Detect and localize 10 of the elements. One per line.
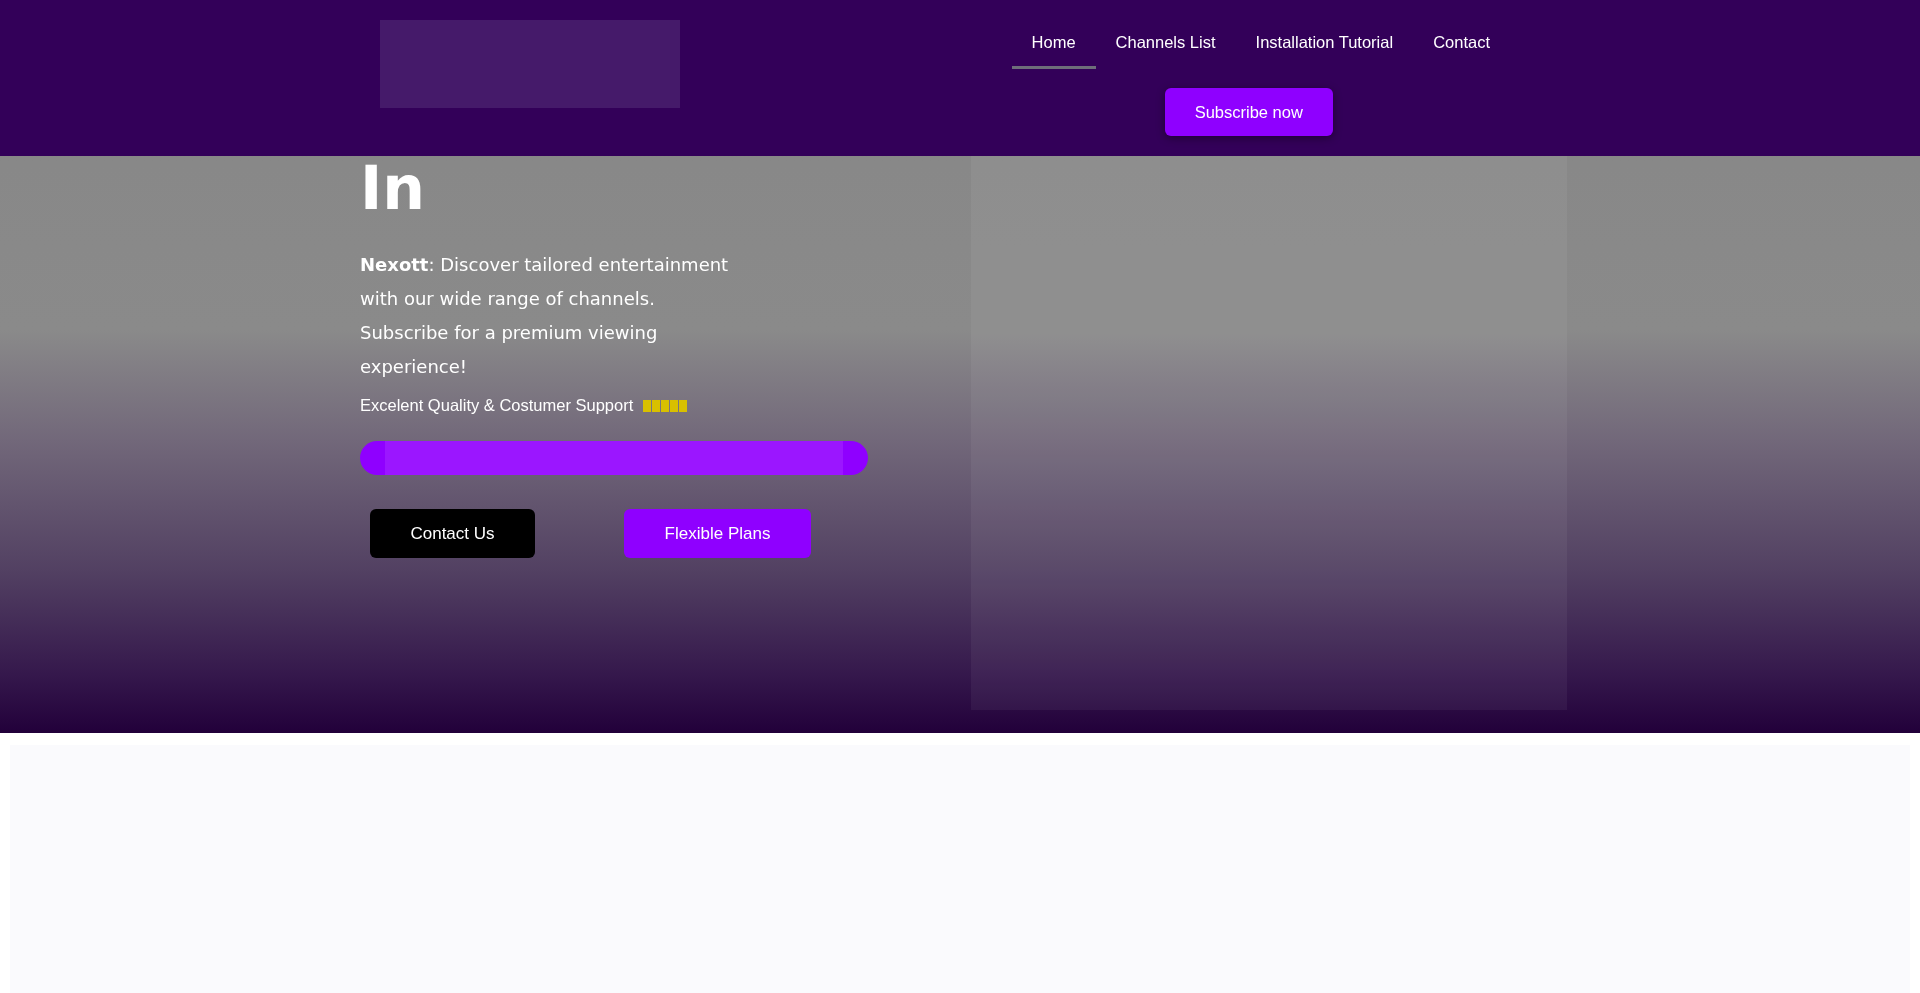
hero-description: Nexott: Discover tailored entertainment with our wide range of channels. Subscribe for a premium viewing experience! xyxy=(360,253,730,379)
contact-button[interactable]: Contact Us xyxy=(370,509,535,558)
nav-link[interactable]: Contact xyxy=(1413,22,1510,69)
plans-button[interactable]: Flexible Plans xyxy=(624,509,811,558)
hero-heading: In xyxy=(360,158,427,218)
nav-link[interactable]: Channels List xyxy=(1095,22,1236,69)
subscribe-button[interactable]: Subscribe now xyxy=(1164,88,1333,136)
nav-link[interactable]: Installation Tutorial xyxy=(1235,22,1414,69)
nav-link[interactable]: Home xyxy=(1011,22,1096,69)
rating-label: Excelent Quality & Costumer Support xyxy=(360,396,634,415)
